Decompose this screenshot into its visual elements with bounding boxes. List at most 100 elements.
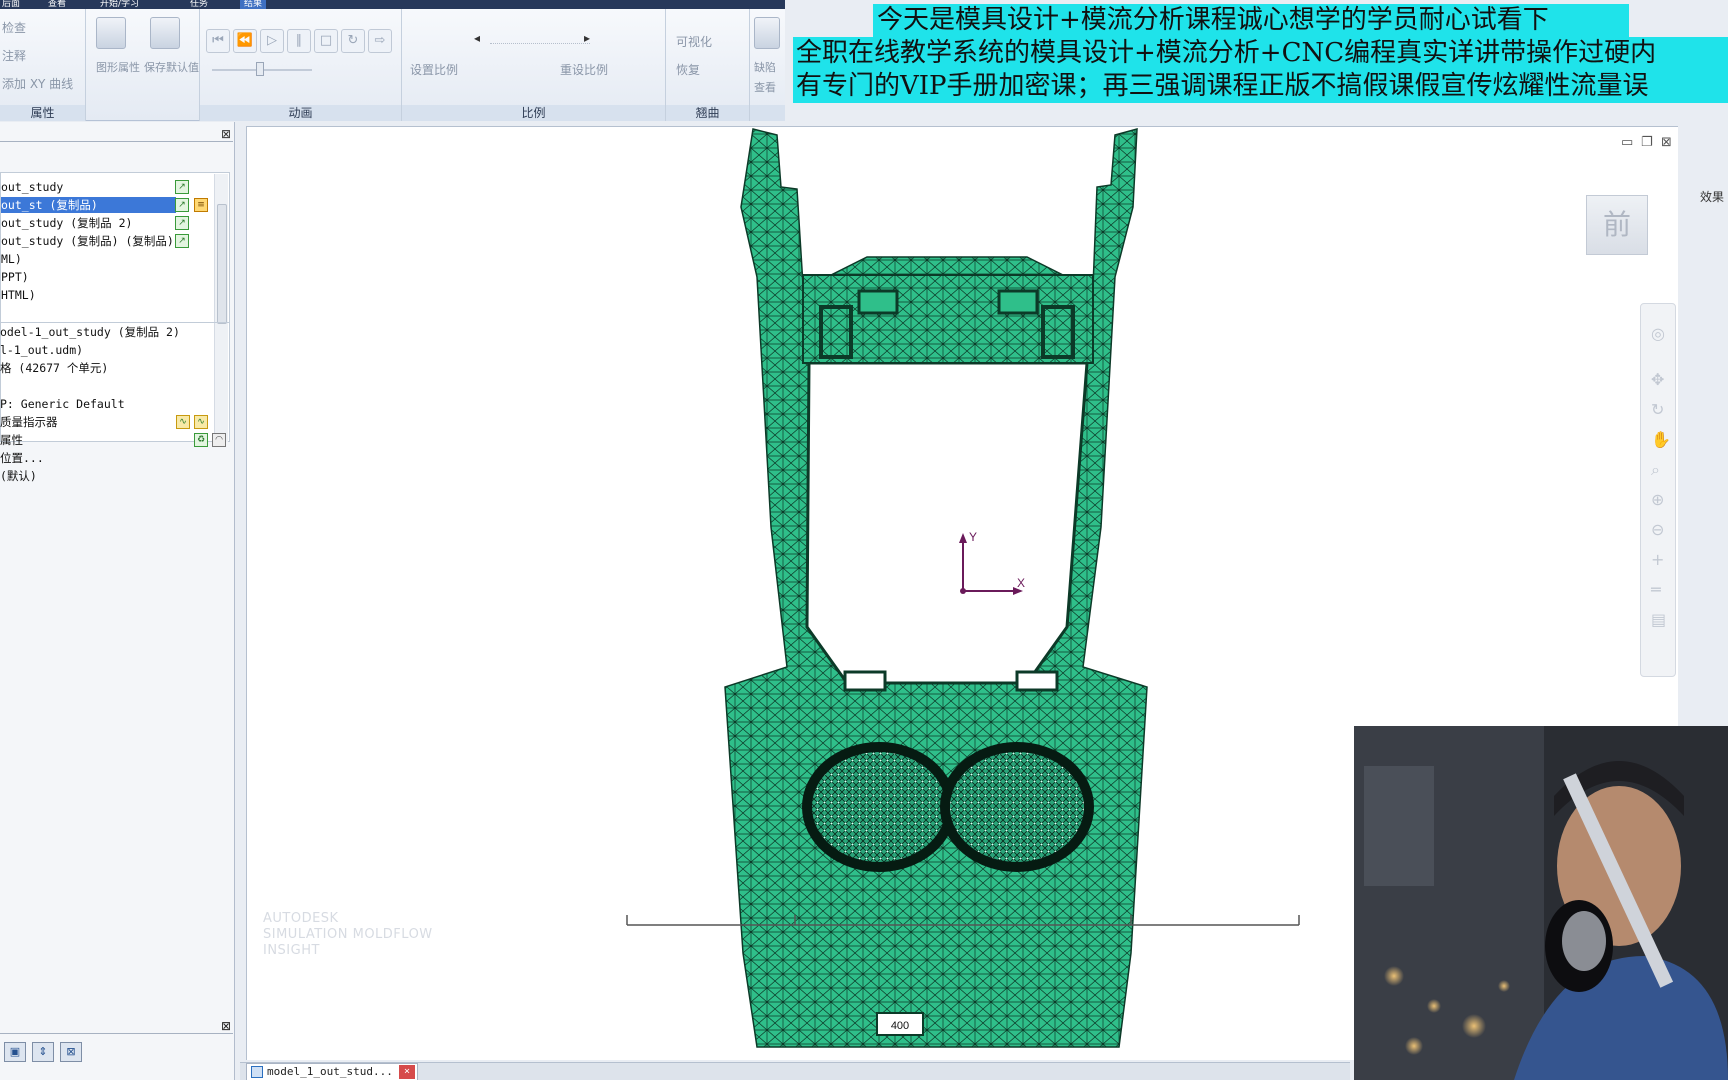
save-default-icon[interactable] bbox=[150, 17, 180, 49]
ribbon-group-animation: ⏮ ⏪ ▷ ∥ □ ↻ ⇨ 动画 bbox=[200, 9, 402, 121]
panel-header: ⊠ bbox=[0, 128, 233, 142]
tree-scrollbar[interactable] bbox=[214, 174, 228, 442]
tree-item-5[interactable]: PPT) bbox=[1, 269, 29, 285]
group-title-warp: 翘曲 bbox=[666, 105, 749, 121]
defects-view-label[interactable]: 查看 bbox=[754, 79, 776, 95]
document-tab[interactable]: model_1_out_stud... × bbox=[246, 1063, 418, 1080]
material-info[interactable]: P: Generic Default bbox=[0, 396, 125, 412]
document-icon bbox=[251, 1066, 263, 1078]
webcam-overlay bbox=[1354, 726, 1728, 1080]
zoom-in-icon[interactable]: ⊕ bbox=[1651, 490, 1664, 509]
tree-item-2[interactable]: out_study (复制品 2) bbox=[1, 215, 132, 231]
ribbon-group-warp: 可视化 恢复 翘曲 bbox=[666, 9, 750, 121]
study-icon: ↗ bbox=[175, 216, 189, 230]
quality-indicator[interactable]: 质量指示器 bbox=[0, 414, 58, 430]
layers-icon[interactable]: ▤ bbox=[1651, 610, 1666, 629]
model-file: l-1_out.udm) bbox=[0, 343, 84, 357]
tab-tasks[interactable]: 任务 bbox=[190, 0, 208, 9]
anim-pause-icon[interactable]: ∥ bbox=[287, 29, 311, 53]
divider bbox=[0, 322, 230, 323]
tree-item-1-selected[interactable]: out_st (复制品) bbox=[1, 197, 176, 213]
plot-properties-icon[interactable] bbox=[96, 17, 126, 49]
panel-close-icon[interactable]: ⊠ bbox=[221, 128, 231, 140]
tab-view[interactable]: 查看 bbox=[48, 0, 66, 9]
ribbon-group-plot-props: 图形属性 保存默认值 bbox=[86, 9, 200, 121]
watermark-line-2: SIMULATION MOLDFLOW bbox=[263, 927, 433, 942]
line-icon[interactable]: ═ bbox=[1651, 580, 1661, 599]
default-item[interactable]: (默认) bbox=[0, 468, 37, 484]
layer-expand-icon[interactable]: ⇕ bbox=[32, 1042, 54, 1062]
add-xy-plot-button[interactable]: 添加 XY 曲线 bbox=[2, 75, 73, 92]
tree-item-4[interactable]: ML) bbox=[1, 251, 22, 267]
quality-indicator-icon: ∿ bbox=[194, 415, 208, 429]
orbit-icon[interactable]: ↻ bbox=[1651, 400, 1664, 419]
plot-properties-label[interactable]: 图形属性 bbox=[96, 59, 140, 75]
scale-slider[interactable] bbox=[490, 43, 590, 44]
tab-start[interactable]: 开始/学习 bbox=[100, 0, 139, 9]
zoom-out-icon[interactable]: ⊖ bbox=[1651, 520, 1664, 539]
ribbon-group-scale: ◂ ▸ 设置比例 重设比例 比例 bbox=[402, 9, 666, 121]
bottom-panel-header: ⊠ bbox=[0, 1020, 233, 1034]
webcam-image bbox=[1354, 726, 1728, 1080]
restore-icon[interactable]: ❐ bbox=[1641, 135, 1653, 150]
anim-slider-thumb[interactable] bbox=[256, 62, 264, 76]
axis-y-label: Y bbox=[969, 530, 977, 544]
scale-right-arrow-icon[interactable]: ▸ bbox=[584, 31, 590, 45]
layer-delete-icon[interactable]: ⊠ bbox=[60, 1042, 82, 1062]
steering-wheel-icon[interactable]: ◎ bbox=[1651, 324, 1665, 343]
anim-loop-icon[interactable]: ↻ bbox=[341, 29, 365, 53]
layer-new-icon[interactable]: ▣ bbox=[4, 1042, 26, 1062]
promo-banner: 今天是模具设计+模流分析课程诚心想学的学员耐心试看下 全职在线教学系统的模具设计… bbox=[793, 4, 1728, 103]
effects-side-label: 效果 bbox=[1700, 190, 1725, 204]
scale-left-arrow-icon[interactable]: ◂ bbox=[474, 31, 480, 45]
location-item[interactable]: 位置... bbox=[0, 450, 44, 466]
top-tab-strip: 后面 查看 开始/学习 任务 结果 bbox=[0, 0, 785, 9]
set-scale-button[interactable]: 设置比例 bbox=[410, 61, 458, 78]
tree-scroll-thumb[interactable] bbox=[217, 204, 227, 324]
tab-results[interactable]: 结果 bbox=[240, 0, 267, 9]
banner-line-3: 有专门的VIP手册加密课；再三强调课程正版不搞假课假宣传炫耀性流量误 bbox=[793, 70, 1728, 103]
defects-icon[interactable] bbox=[754, 17, 780, 49]
visualize-button[interactable]: 可视化 bbox=[676, 33, 712, 50]
study-panel: ⊠ out_study ↗ out_st (复制品) ↗ ≡ out_study… bbox=[0, 122, 235, 1080]
close-viewport-icon[interactable]: ⊠ bbox=[1661, 135, 1672, 150]
recycle-icon: ♻ bbox=[194, 433, 208, 447]
navigation-bar: ◎ ✥ ↻ ✋ ⌕ ⊕ ⊖ + ═ ▤ bbox=[1640, 303, 1676, 677]
watermark-line-1: AUTODESK bbox=[263, 911, 339, 926]
banner-line-2: 全职在线教学系统的模具设计+模流分析+CNC编程真实详讲带操作过硬内 bbox=[793, 37, 1728, 70]
tree-item-0[interactable]: out_study bbox=[1, 179, 63, 195]
viewcube[interactable]: 前 bbox=[1586, 195, 1648, 255]
bottom-panel-close-icon[interactable]: ⊠ bbox=[221, 1020, 231, 1032]
group-title-properties: 属性 bbox=[0, 105, 85, 121]
inspect-button[interactable]: 检查 bbox=[2, 19, 26, 36]
product-watermark: AUTODESK SIMULATION MOLDFLOW INSIGHT bbox=[263, 911, 433, 959]
fit-icon[interactable]: + bbox=[1651, 550, 1664, 569]
annotate-button[interactable]: 注释 bbox=[2, 47, 26, 64]
defects-label[interactable]: 缺陷 bbox=[754, 59, 776, 75]
ribbon: 检查 注释 添加 XY 曲线 属性 图形属性 保存默认值 ⏮ ⏪ ▷ ∥ □ ↻… bbox=[0, 9, 785, 121]
document-tab-bar: model_1_out_stud... × bbox=[240, 1062, 1350, 1080]
properties-item[interactable]: 属性 bbox=[0, 432, 23, 448]
anim-stop-icon[interactable]: □ bbox=[314, 29, 338, 53]
study-icon: ↗ bbox=[175, 180, 189, 194]
anim-first-icon[interactable]: ⏮ bbox=[206, 29, 230, 53]
save-default-label[interactable]: 保存默认值 bbox=[144, 59, 199, 75]
tree-item-6[interactable]: HTML) bbox=[1, 287, 36, 303]
study-icon: ↗ bbox=[175, 234, 189, 248]
group-title-defects bbox=[750, 105, 785, 121]
gauge-icon: ◠ bbox=[212, 433, 226, 447]
anim-prev-icon[interactable]: ⏪ bbox=[233, 29, 257, 53]
minimize-icon[interactable]: ▭ bbox=[1621, 135, 1633, 150]
anim-play-icon[interactable]: ▷ bbox=[260, 29, 284, 53]
document-tab-close-icon[interactable]: × bbox=[399, 1065, 415, 1079]
pan-icon[interactable]: ✥ bbox=[1651, 370, 1664, 389]
anim-next-icon[interactable]: ⇨ bbox=[368, 29, 392, 53]
scale-label: 400 bbox=[891, 1020, 909, 1032]
restore-button[interactable]: 恢复 bbox=[676, 61, 700, 78]
ribbon-group-defects: 缺陷 查看 bbox=[750, 9, 785, 121]
tree-item-3[interactable]: out_study (复制品) (复制品) bbox=[1, 233, 174, 249]
zoom-window-icon[interactable]: ⌕ bbox=[1651, 460, 1660, 480]
hand-icon[interactable]: ✋ bbox=[1651, 430, 1671, 449]
reset-scale-button[interactable]: 重设比例 bbox=[560, 61, 608, 78]
tab-file[interactable]: 后面 bbox=[2, 0, 20, 9]
